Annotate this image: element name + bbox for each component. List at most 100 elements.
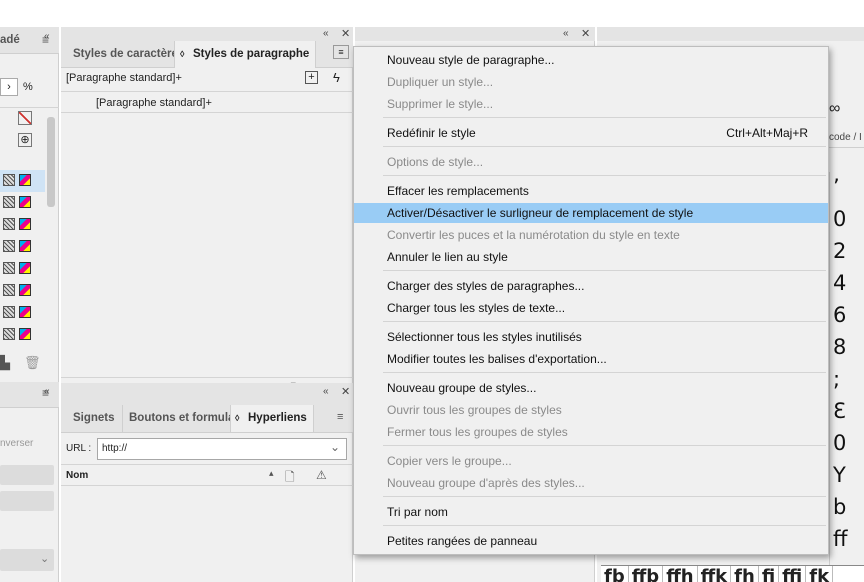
menu-item-label: Dupliquer un style... (387, 75, 494, 89)
menu-item-nouveau-style-de-paragraphe[interactable]: Nouveau style de paragraphe... (354, 50, 828, 70)
left-panel-header: adé ≡ (0, 27, 59, 54)
glyph-cell[interactable]: Ɛ (833, 399, 846, 423)
updown-icon: ◊ (235, 413, 240, 423)
new-swatch-icon[interactable]: ▙ (0, 355, 10, 371)
color-mode-icon (3, 218, 15, 230)
collapse-icon[interactable]: « (44, 31, 50, 42)
glyph-cell[interactable]: 2 (833, 239, 846, 263)
panel-menu-icon[interactable]: ≡ (337, 411, 343, 423)
menu-item-label: Nouveau groupe de styles... (387, 381, 537, 395)
column-name[interactable]: Nom (66, 470, 88, 481)
glyph-cell[interactable]: b (833, 495, 846, 519)
swatch-row[interactable] (3, 193, 45, 211)
menu-item-nouveau-groupe-d-apres-des-styles[interactable]: Nouveau groupe d'après des styles... (354, 473, 828, 493)
panel-titlebar (61, 383, 353, 405)
glyph-cell[interactable]: fi (759, 566, 780, 582)
swatch-row[interactable] (3, 237, 45, 255)
close-icon[interactable]: ✕ (341, 385, 350, 398)
menu-item-supprimer-le-style[interactable]: Supprimer le style... (354, 94, 828, 114)
panel-menu-button[interactable]: ≡ (333, 45, 349, 59)
glyph-cell[interactable]: ffi (779, 566, 807, 582)
menu-item-label: Charger tous les styles de texte... (387, 301, 566, 315)
warning-icon[interactable]: ⚠ (316, 468, 327, 482)
menu-item-petites-rangees-de-panneau[interactable]: Petites rangées de panneau (354, 531, 828, 551)
menu-separator (383, 321, 826, 322)
grid-line (829, 172, 830, 567)
tab-hyperlinks[interactable]: ◊ Hyperliens (230, 405, 314, 432)
registration-icon[interactable]: ⊕ (18, 133, 32, 147)
glyph-cell[interactable]: ff (833, 527, 847, 551)
close-icon[interactable]: ✕ (341, 27, 350, 40)
collapse-icon[interactable]: « (323, 28, 329, 39)
stepper-right-icon[interactable]: › (0, 78, 18, 96)
menu-item-annuler-le-lien-au-style[interactable]: Annuler le lien au style (354, 247, 828, 267)
ornament-icon[interactable]: ∞ (829, 100, 840, 118)
glyph-cell[interactable]: ffh (663, 566, 698, 582)
menu-item-label: Petites rangées de panneau (387, 534, 538, 548)
tab-paragraph-styles[interactable]: ◊ Styles de paragraphe (174, 41, 317, 68)
menu-item-modifier-toutes-les-balises-d-exportation[interactable]: Modifier toutes les balises d'exportatio… (354, 349, 828, 369)
glyph-cell[interactable]: Y (833, 463, 846, 487)
page-icon[interactable]: 🗋 (285, 468, 295, 489)
tab-character-styles[interactable]: Styles de caractère (67, 41, 184, 68)
glyph-cell[interactable]: fb (601, 566, 629, 582)
menu-item-fermer-tous-les-groupes-de-styles[interactable]: Fermer tous les groupes de styles (354, 422, 828, 442)
glyph-cell[interactable]: fk (806, 566, 834, 582)
lightning-icon[interactable]: ϟ (333, 70, 340, 85)
glyph-cell[interactable]: ; (833, 367, 840, 391)
url-input[interactable]: http:// ⌄ (97, 438, 347, 460)
menu-item-options-de-style[interactable]: Options de style... (354, 152, 828, 172)
collapse-icon[interactable]: « (44, 386, 50, 397)
menu-item-tri-par-nom[interactable]: Tri par nom (354, 502, 828, 522)
menu-item-activer-desactiver-le-surligneur-de-remplacement-de-style[interactable]: Activer/Désactiver le surligneur de remp… (354, 203, 828, 223)
glyph-cell[interactable]: ffb (629, 566, 664, 582)
disabled-dropdown: ⌄ (0, 549, 54, 571)
menu-item-nouveau-groupe-de-styles[interactable]: Nouveau groupe de styles... (354, 378, 828, 398)
glyph-cell[interactable]: 8 (833, 335, 846, 359)
current-style-label: [Paragraphe standard]+ (66, 72, 182, 84)
swatch-row[interactable] (3, 171, 45, 189)
menu-item-redefinir-le-style[interactable]: Redéfinir le style Ctrl+Alt+Maj+R (354, 123, 828, 143)
glyph-cell[interactable]: 6 (833, 303, 846, 327)
menu-item-ouvrir-tous-les-groupes-de-styles[interactable]: Ouvrir tous les groupes de styles (354, 400, 828, 420)
menu-item-label: Sélectionner tous les styles inutilisés (387, 330, 582, 344)
cmyk-icon (19, 240, 31, 252)
sort-arrow-icon[interactable]: ▴ (269, 468, 274, 479)
url-value: http:// (102, 443, 128, 454)
swatch-row[interactable] (3, 303, 45, 321)
none-swatch-icon[interactable] (18, 111, 32, 125)
left-lower-header: ≡ (0, 382, 59, 408)
swatch-row[interactable] (3, 281, 45, 299)
close-icon[interactable]: ✕ (581, 27, 590, 40)
swatch-row[interactable] (3, 325, 45, 343)
collapse-icon[interactable]: « (323, 386, 329, 397)
menu-item-convertir-les-puces-et-la-numerotation-du-style-en-texte[interactable]: Convertir les puces et la numérotation d… (354, 225, 828, 245)
swatch-row[interactable] (3, 259, 45, 277)
new-style-from-selection-icon[interactable]: + (305, 71, 318, 84)
styles-tabbar: Styles de caractère ◊ Styles de paragrap… (61, 41, 353, 68)
menu-item-charger-des-styles-de-paragraphes[interactable]: Charger des styles de paragraphes... (354, 276, 828, 296)
hyperlinks-panel: « ✕ Signets Boutons et formula ◊ Hyperli… (61, 383, 353, 582)
glyph-cell[interactable]: ffk (698, 566, 732, 582)
menu-item-effacer-les-remplacements[interactable]: Effacer les remplacements (354, 181, 828, 201)
menu-item-charger-tous-les-styles-de-texte[interactable]: Charger tous les styles de texte... (354, 298, 828, 318)
scrollbar[interactable] (47, 117, 55, 207)
glyph-cell[interactable]: fh (731, 566, 759, 582)
list-item[interactable]: [Paragraphe standard]+ (61, 91, 353, 113)
tab-buttons-forms[interactable]: Boutons et formula (122, 405, 230, 432)
menu-item-copier-vers-le-groupe[interactable]: Copier vers le groupe... (354, 451, 828, 471)
collapse-icon[interactable]: « (563, 28, 569, 39)
glyph-cell[interactable]: 0 (833, 207, 846, 231)
glyph-cell[interactable]: 4 (833, 271, 846, 295)
menu-item-selectionner-tous-les-styles-inutilises[interactable]: Sélectionner tous les styles inutilisés (354, 327, 828, 347)
disabled-field (0, 491, 54, 511)
tab-bookmarks[interactable]: Signets (67, 405, 121, 432)
tab-paragraph-styles-label: Styles de paragraphe (193, 48, 310, 60)
swatch-row[interactable] (3, 215, 45, 233)
chevron-down-icon[interactable]: ⌄ (330, 440, 340, 454)
glyph-cell[interactable]: ’ (833, 175, 840, 199)
trash-icon[interactable]: 🗑 (24, 355, 41, 371)
menu-item-dupliquer-un-style[interactable]: Dupliquer un style... (354, 72, 828, 92)
column-header-row: Nom ▴ 🗋 ⚠ (61, 464, 353, 486)
glyph-cell[interactable]: 0 (833, 431, 846, 455)
